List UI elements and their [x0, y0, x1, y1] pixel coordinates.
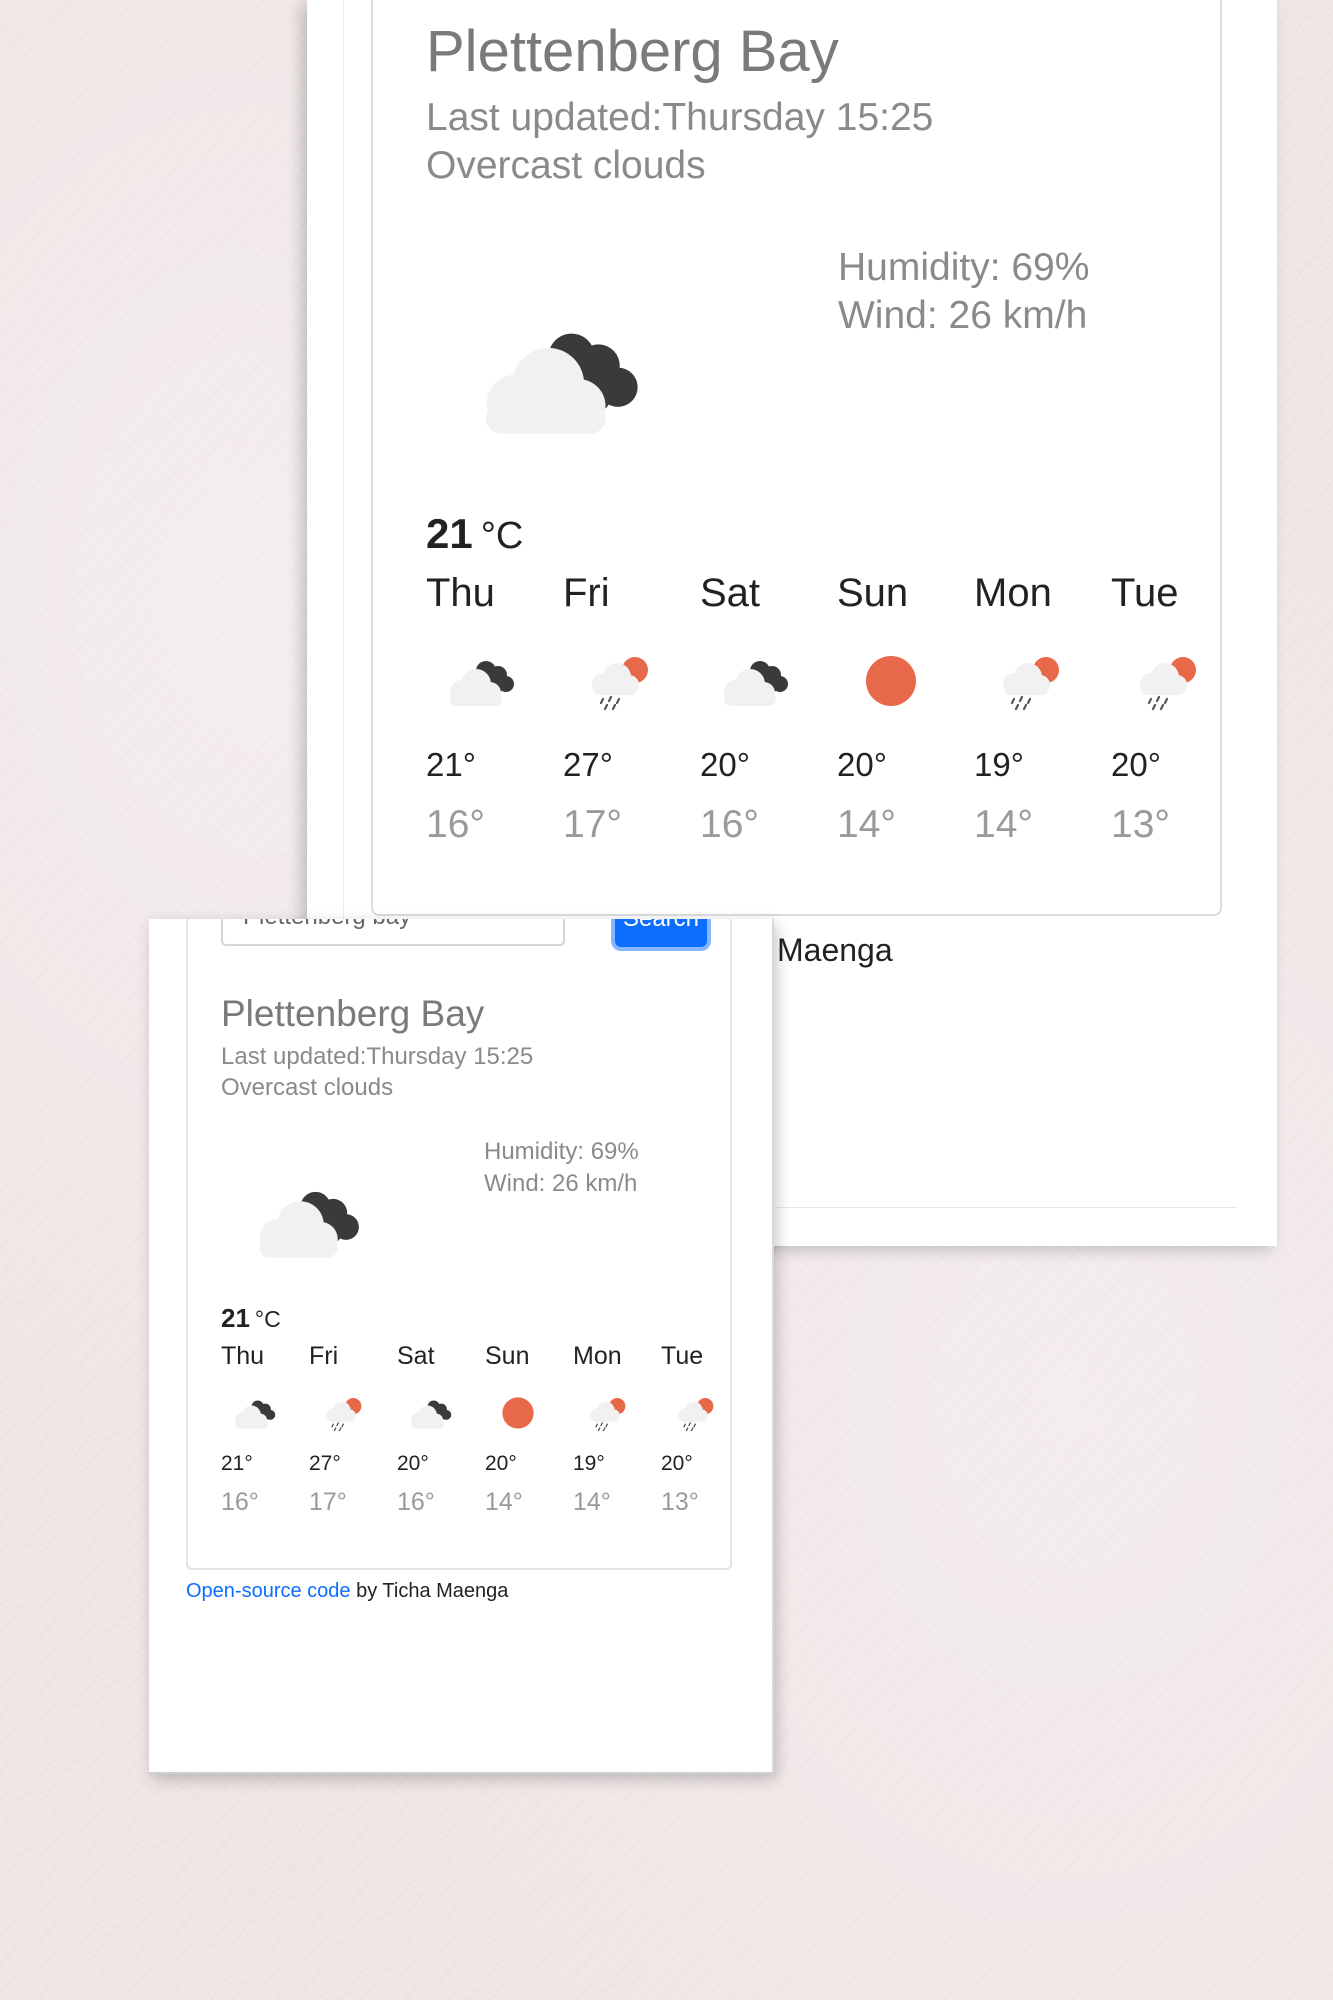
forecast-high: 20° — [837, 746, 887, 783]
search-button[interactable]: Search — [615, 919, 707, 947]
forecast-high: 20° — [397, 1452, 429, 1475]
broken-clouds-icon — [440, 651, 520, 711]
forecast-day-tue: Tue 20° 13° — [1111, 571, 1231, 846]
small-screenshot: Plettenberg bay Search Plettenberg Bay L… — [149, 919, 774, 1774]
forecast-high: 20° — [485, 1452, 517, 1475]
forecast-low: 17° — [309, 1488, 347, 1516]
sun-rain-icon — [1125, 651, 1205, 711]
footer-author: by Ticha Maenga — [350, 1580, 509, 1602]
forecast-day-sun: Sun 20° 14° — [485, 1342, 565, 1516]
forecast-high: 27° — [563, 746, 613, 783]
forecast-day-tue: Tue 20° 13° — [661, 1342, 741, 1516]
sun-icon — [493, 1394, 543, 1432]
forecast-low: 16° — [397, 1488, 435, 1516]
open-source-link[interactable]: Open-source code — [186, 1580, 351, 1602]
humidity: Humidity: 69% — [484, 1138, 639, 1165]
forecast-day-label: Sat — [700, 571, 761, 615]
forecast-day-label: Sun — [837, 571, 909, 615]
forecast-low: 16° — [221, 1488, 259, 1516]
forecast-high: 20° — [1111, 746, 1161, 783]
weather-description: Overcast clouds — [426, 144, 706, 187]
sun-rain-icon — [581, 1394, 631, 1432]
overcast-clouds-icon — [463, 314, 648, 439]
weather-description: Overcast clouds — [221, 1074, 394, 1101]
forecast-high: 19° — [974, 746, 1024, 783]
forecast-day-sat: Sat 20° 16° — [700, 571, 820, 846]
weather-card: Plettenberg bay Search Plettenberg Bay L… — [186, 919, 732, 1570]
sun-rain-icon — [317, 1394, 367, 1432]
current-temperature: 21 °C — [221, 1303, 281, 1334]
search-input-value: Plettenberg bay — [243, 919, 411, 931]
forecast-low: 13° — [661, 1488, 699, 1516]
forecast-day-label: Tue — [1111, 571, 1179, 615]
wind-speed: Wind: 26 km/h — [484, 1170, 638, 1197]
footer: Open-source code by Ticha Maenga — [186, 1580, 508, 1603]
forecast-high: 19° — [573, 1452, 605, 1475]
forecast-day-thu: Thu 21° 16° — [221, 1342, 301, 1516]
forecast-day-label: Sat — [397, 1342, 435, 1370]
sun-rain-icon — [988, 651, 1068, 711]
forecast-day-label: Fri — [563, 571, 610, 615]
temperature-unit: °C — [480, 515, 524, 557]
forecast-day-label: Mon — [573, 1342, 622, 1370]
forecast-low: 14° — [573, 1488, 611, 1516]
forecast-day-label: Mon — [974, 571, 1052, 615]
forecast-day-label: Fri — [309, 1342, 339, 1370]
broken-clouds-icon — [714, 651, 794, 711]
humidity: Humidity: 69% — [838, 246, 1090, 289]
current-temperature: 21 °C — [426, 510, 523, 558]
forecast-low: 14° — [837, 803, 896, 846]
broken-clouds-icon — [229, 1394, 279, 1432]
weather-card: Plettenberg Bay Last updated:Thursday 15… — [371, 0, 1222, 916]
forecast-high: 20° — [700, 746, 750, 783]
forecast-day-label: Sun — [485, 1342, 530, 1370]
forecast-day-thu: Thu 21° 16° — [426, 571, 546, 846]
forecast-high: 21° — [221, 1452, 253, 1475]
forecast-high: 20° — [661, 1452, 693, 1475]
broken-clouds-icon — [405, 1394, 455, 1432]
forecast-day-label: Thu — [221, 1342, 265, 1370]
forecast-low: 14° — [485, 1488, 523, 1516]
footer-author-fragment: Maenga — [777, 932, 893, 968]
forecast-low: 14° — [974, 803, 1033, 846]
temperature-value: 21 — [221, 1303, 250, 1333]
forecast-day-fri: Fri 27° 17° — [309, 1342, 389, 1516]
search-input[interactable]: Plettenberg bay — [221, 919, 565, 946]
last-updated: Last updated:Thursday 15:25 — [221, 1043, 534, 1070]
forecast-low: 16° — [700, 803, 759, 846]
temperature-unit: °C — [254, 1306, 281, 1332]
last-updated: Last updated:Thursday 15:25 — [426, 96, 934, 139]
forecast-day-mon: Mon 19° 14° — [573, 1342, 653, 1516]
forecast-low: 17° — [563, 803, 622, 846]
forecast-high: 21° — [426, 746, 476, 783]
forecast-day-label: Thu — [426, 571, 495, 615]
temperature-value: 21 — [426, 510, 473, 557]
forecast-day-fri: Fri 27° 17° — [563, 571, 683, 846]
sun-rain-icon — [577, 651, 657, 711]
forecast-day-sun: Sun 20° 14° — [837, 571, 957, 846]
forecast-high: 27° — [309, 1452, 341, 1475]
wind-speed: Wind: 26 km/h — [838, 294, 1088, 337]
city-name: Plettenberg Bay — [221, 993, 485, 1034]
forecast-day-label: Tue — [661, 1342, 704, 1370]
sun-rain-icon — [669, 1394, 719, 1432]
sun-icon — [851, 651, 931, 711]
forecast-day-mon: Mon 19° 14° — [974, 571, 1094, 846]
forecast-low: 13° — [1111, 803, 1170, 846]
forecast-day-sat: Sat 20° 16° — [397, 1342, 477, 1516]
overcast-clouds-icon — [245, 1179, 365, 1261]
divider — [777, 1207, 1237, 1208]
city-name: Plettenberg Bay — [426, 19, 839, 84]
forecast-low: 16° — [426, 803, 485, 846]
